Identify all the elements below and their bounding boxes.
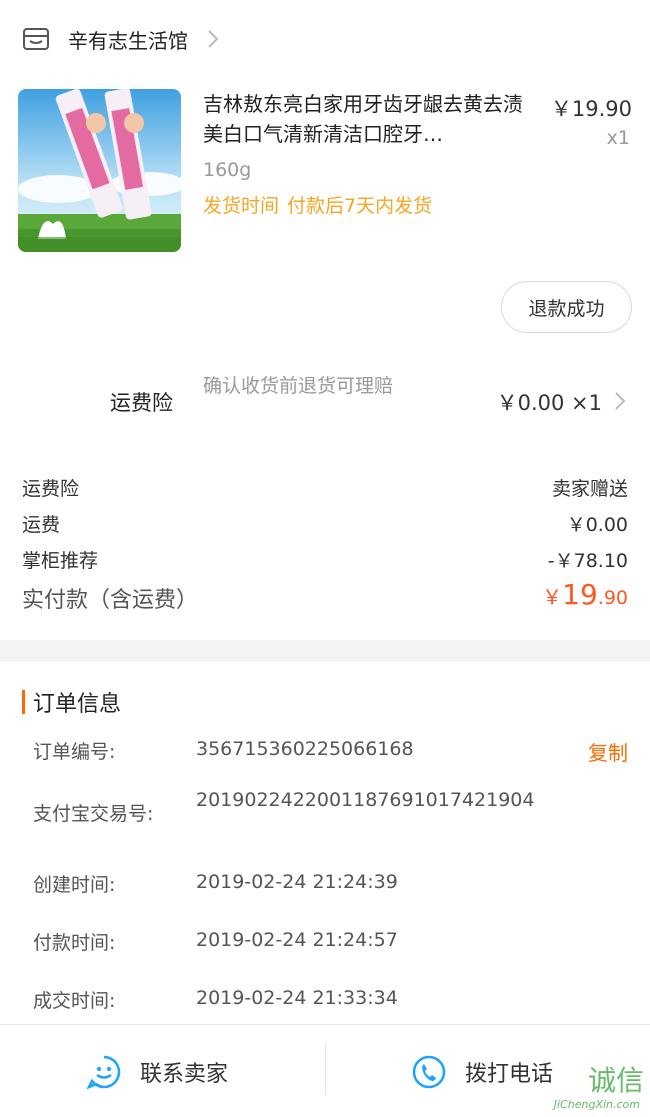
phone-icon — [411, 1054, 447, 1090]
fee-label: 运费 — [22, 514, 61, 536]
total-label: 实付款（含运费） — [22, 588, 199, 613]
fee-summary: 运费险 卖家赠送 运费 ￥0.00 掌柜推荐 -￥78.10 实付款（含运费） … — [0, 470, 650, 622]
button-divider — [325, 1043, 326, 1095]
info-key: 付款时间: — [33, 932, 116, 954]
order-info-title: 订单信息 — [22, 688, 122, 717]
fee-label: 掌柜推荐 — [22, 550, 99, 572]
copy-button[interactable]: 复制 — [588, 737, 628, 766]
shop-name: 辛有志生活馆 — [68, 28, 188, 53]
info-key: 支付宝交易号: — [33, 803, 154, 825]
paid-time: 2019-02-24 21:24:57 — [196, 929, 398, 951]
fee-row: 掌柜推荐 -￥78.10 — [0, 542, 650, 578]
info-key: 成交时间: — [33, 990, 116, 1012]
insurance-price: ￥0.00 ×1 — [496, 391, 602, 415]
chevron-right-icon — [614, 390, 626, 412]
store-icon — [22, 25, 50, 53]
contact-seller-label: 联系卖家 — [140, 1061, 229, 1087]
watermark-text: 诚信 — [587, 1064, 644, 1097]
product-spec: 160g — [203, 159, 252, 181]
title-accent-bar — [22, 690, 25, 714]
total-paid-row: 实付款（含运费） ￥19.90 — [0, 578, 650, 622]
section-divider — [0, 640, 650, 662]
total-decimal: .90 — [597, 587, 628, 609]
contact-seller-button[interactable]: 联系卖家 — [86, 1025, 228, 1117]
fee-label: 运费险 — [22, 478, 80, 500]
shipping-insurance-row[interactable]: 运费险 确认收货前退货可理赔 ￥0.00 ×1 — [0, 365, 650, 445]
total-integer: 19 — [562, 578, 598, 611]
fee-row: 运费险 卖家赠送 — [0, 470, 650, 506]
order-info-section: 订单信息 订单编号: 356715360225066168 复制 支付宝交易号:… — [0, 662, 650, 1024]
ship-time: 发货时间 付款后7天内发货 — [203, 191, 440, 218]
insurance-description: 确认收货前退货可理赔 — [203, 375, 394, 397]
refund-status-button[interactable]: 退款成功 — [501, 281, 632, 333]
thumb-badges — [18, 237, 181, 252]
product-price: ￥19.90 — [550, 97, 632, 121]
fee-row: 运费 ￥0.00 — [0, 506, 650, 542]
product-title: 吉林敖东亮白家用牙齿牙龈去黄去渍美白口气清新清洁口腔牙… — [203, 92, 523, 146]
info-key: 创建时间: — [33, 874, 116, 896]
watermark-logo: 诚信 JiChengXin.com — [524, 1059, 644, 1111]
fee-value: 卖家赠送 — [551, 478, 628, 500]
ship-time-value: 付款后7天内发货 — [287, 195, 433, 217]
total-amount: ￥19.90 — [542, 578, 628, 611]
product-quantity: x1 — [606, 127, 630, 149]
currency-symbol: ￥ — [542, 585, 563, 609]
chevron-right-icon — [206, 28, 220, 50]
order-info-heading: 订单信息 — [33, 692, 122, 717]
fee-value: ￥0.00 — [566, 514, 628, 536]
order-number: 356715360225066168 — [196, 738, 414, 760]
insurance-name: 运费险 — [110, 391, 173, 415]
deal-time: 2019-02-24 21:33:34 — [196, 987, 398, 1009]
ship-time-label: 发货时间 — [203, 195, 280, 217]
product-image — [18, 89, 181, 252]
created-time: 2019-02-24 21:24:39 — [196, 871, 398, 893]
alipay-trade-number: 2019022422001187691017421904 — [196, 789, 535, 811]
shop-header[interactable]: 辛有志生活馆 — [0, 0, 650, 78]
chat-smile-icon — [86, 1054, 122, 1090]
info-key: 订单编号: — [33, 741, 116, 763]
fee-value: -￥78.10 — [547, 550, 628, 572]
product-card[interactable]: 吉林敖东亮白家用牙齿牙龈去黄去渍美白口气清新清洁口腔牙… ￥19.90 x1 1… — [0, 82, 650, 262]
watermark-url: JiChengXin.com — [553, 1098, 640, 1111]
